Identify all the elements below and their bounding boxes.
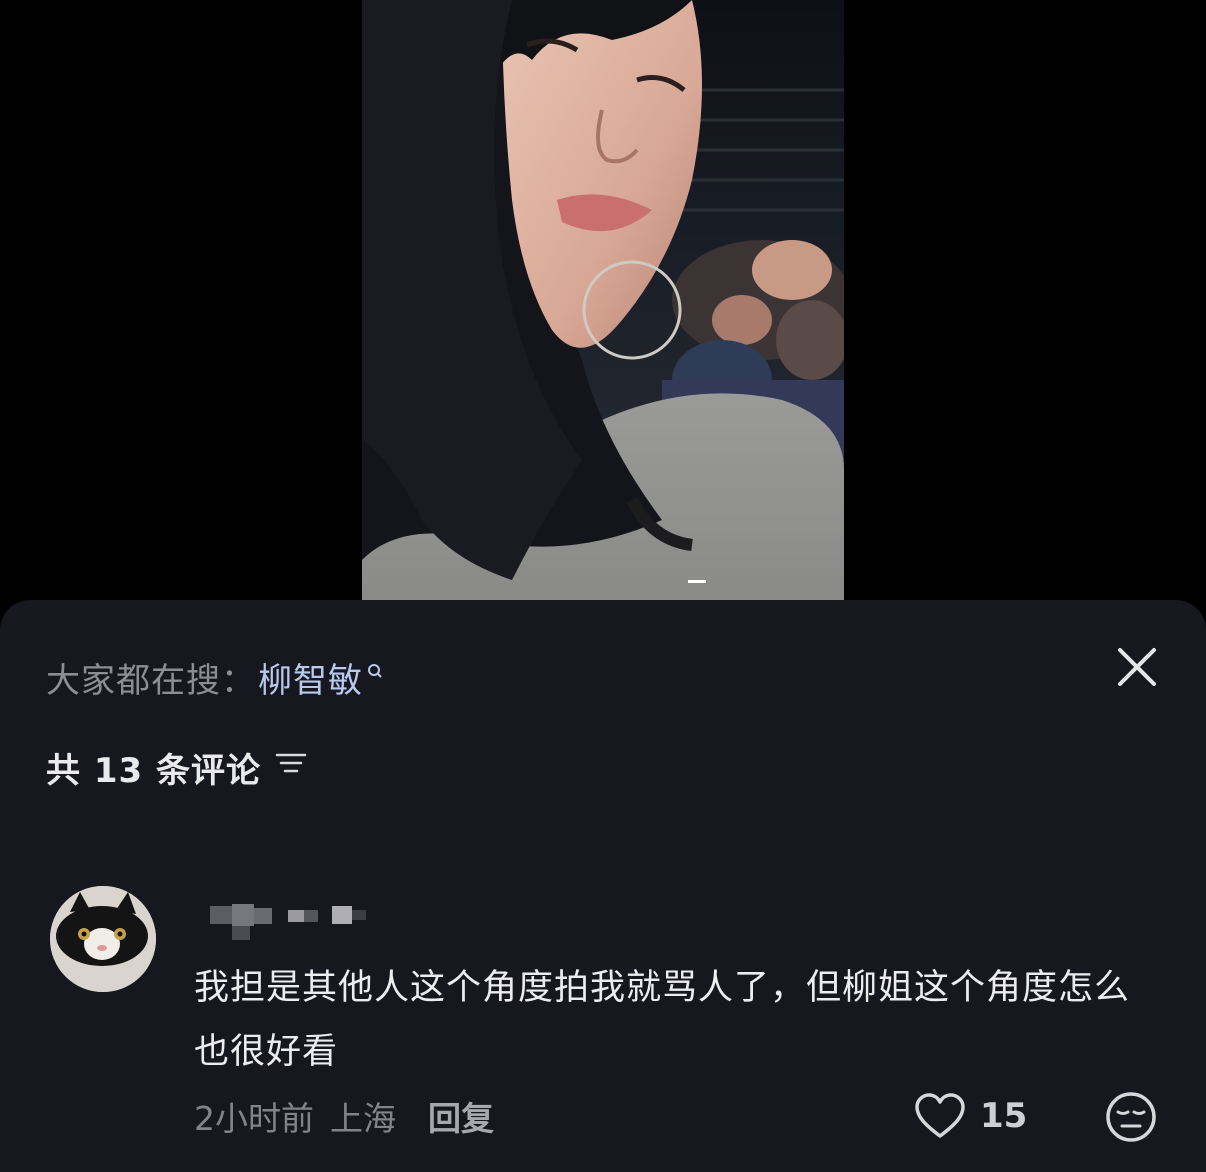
comment-count: 共 13 条评论 xyxy=(46,750,261,791)
close-button[interactable] xyxy=(1112,642,1162,692)
search-icon xyxy=(367,650,383,690)
close-icon xyxy=(1118,648,1156,686)
comment-meta: 2小时前 上海 回复 xyxy=(194,1088,494,1144)
comments-header: 共 13 条评论 xyxy=(46,740,307,794)
avatar[interactable] xyxy=(50,886,156,992)
video-player[interactable] xyxy=(362,0,844,600)
emoji-face-icon xyxy=(1106,1092,1156,1142)
search-suggestion[interactable]: 大家都在搜： 柳智敏 xyxy=(46,652,383,702)
reply-button[interactable]: 回复 xyxy=(428,1092,494,1140)
comment-body: 我担是其他人这个角度拍我就骂人了，但柳姐这个角度怎么也很好看 xyxy=(194,968,1131,1072)
comment-time: 2小时前 xyxy=(194,1099,314,1138)
username-redacted[interactable] xyxy=(196,898,376,942)
sort-icon[interactable] xyxy=(275,747,307,787)
heart-icon xyxy=(915,1093,965,1138)
app-screen: 大家都在搜： 柳智敏 共 13 条评论 我担是其他人这个角度拍我就骂人了，但柳姐… xyxy=(0,0,1206,1172)
search-suggestion-term[interactable]: 柳智敏 xyxy=(258,653,363,702)
comment-location: 上海 xyxy=(330,1099,396,1138)
like-count: 15 xyxy=(980,1096,1028,1136)
emoji-reaction-button[interactable] xyxy=(1104,1090,1158,1144)
video-frame-image xyxy=(362,0,844,600)
comment-sheet: 大家都在搜： 柳智敏 共 13 条评论 我担是其他人这个角度拍我就骂人了，但柳姐… xyxy=(0,600,1206,1172)
like-button[interactable]: 15 xyxy=(914,1088,1027,1144)
search-suggestion-prefix: 大家都在搜： xyxy=(46,660,256,701)
